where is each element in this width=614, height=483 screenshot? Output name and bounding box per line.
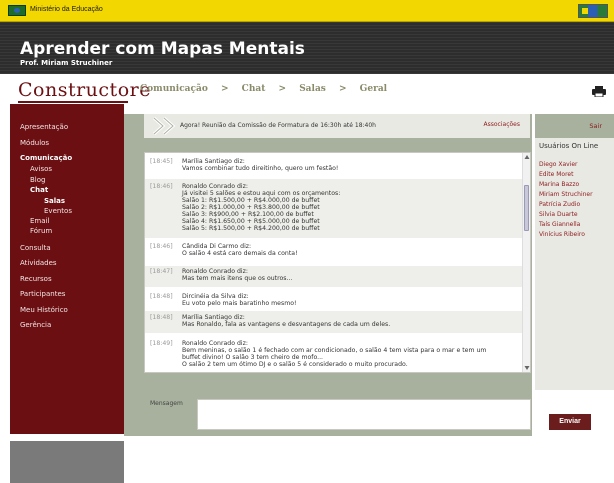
message-text: Bem meninas, o salão 1 é fechado com ar …: [182, 347, 487, 368]
sidebar-item-comunicacao[interactable]: Comunicação: [20, 153, 124, 163]
message-text: O salão 4 está caro demais da conta!: [182, 250, 298, 257]
online-users-panel: Sair Usuários On Line Diego Xavier Edite…: [535, 114, 614, 390]
online-user[interactable]: Miriam Struchiner: [539, 190, 610, 200]
sidebar-item-recursos[interactable]: Recursos: [20, 274, 124, 284]
logo[interactable]: Constructore: [18, 79, 151, 101]
breadcrumb-separator: >: [338, 84, 347, 94]
scroll-thumb[interactable]: [524, 185, 529, 231]
sidebar-item-blog[interactable]: Blog: [30, 175, 124, 185]
sidebar-item-salas[interactable]: Salas: [44, 196, 124, 206]
breadcrumb-item-salas[interactable]: Salas: [299, 84, 326, 94]
online-user[interactable]: Diego Xavier: [539, 160, 610, 170]
sidebar-item-meu-historico[interactable]: Meu Histórico: [20, 305, 124, 315]
page: Ministério da Educação Aprender com Mapa…: [0, 0, 614, 483]
sidebar-item-consulta[interactable]: Consulta: [20, 243, 124, 253]
online-user[interactable]: Vinícius Ribeiro: [539, 230, 610, 240]
sidebar-footer: [10, 441, 124, 483]
sidebar: Apresentação Módulos Comunicação Avisos …: [10, 104, 124, 434]
breadcrumb-separator: >: [278, 84, 287, 94]
message-author: Cândida Di Carmo diz:: [182, 243, 252, 250]
gov-bar: Ministério da Educação: [0, 0, 614, 22]
associations-link[interactable]: Associações: [484, 121, 520, 128]
compose-area: Mensagem: [144, 393, 532, 436]
bottom-band: [124, 436, 614, 483]
site-title: Aprender com Mapas Mentais: [20, 39, 305, 59]
breadcrumb-item-geral: Geral: [359, 84, 388, 94]
chat-message: [18:48] Dircinéia da Silva diz: Eu voto …: [145, 289, 523, 311]
breadcrumb: Comunicação > Chat > Salas > Geral: [140, 84, 397, 94]
sidebar-item-participantes[interactable]: Participantes: [20, 289, 124, 299]
online-user[interactable]: Silvia Duarte: [539, 210, 610, 220]
event-notice: Agora! Reunião da Comissão de Formatura …: [144, 114, 530, 138]
message-author: Marília Santiago diz:: [182, 314, 245, 321]
message-author: Marília Santiago diz:: [182, 158, 245, 165]
message-time: [18:48]: [150, 314, 173, 321]
header: Aprender com Mapas Mentais Prof. Miriam …: [0, 22, 614, 74]
send-button[interactable]: Enviar: [549, 414, 591, 430]
online-user[interactable]: Taís Giannella: [539, 220, 610, 230]
message-time: [18:46]: [150, 243, 173, 250]
online-users-list: Usuários On Line Diego Xavier Edite More…: [535, 138, 614, 390]
message-time: [18:47]: [150, 268, 173, 275]
sidebar-item-apresentacao[interactable]: Apresentação: [20, 122, 124, 132]
sidebar-item-chat[interactable]: Chat: [30, 185, 124, 195]
message-input[interactable]: [197, 399, 531, 430]
chevron-right-icon: [153, 117, 176, 135]
chat-message: [18:47] Ronaldo Conrado diz: Mas tem mai…: [145, 266, 523, 287]
site-subtitle: Prof. Miriam Struchiner: [20, 59, 113, 67]
gov-bar-label[interactable]: Ministério da Educação: [30, 6, 103, 13]
chat-message: [18:46] Cândida Di Carmo diz: O salão 4 …: [145, 240, 523, 264]
exit-link[interactable]: Sair: [589, 122, 602, 130]
message-label: Mensagem: [150, 400, 183, 407]
message-time: [18:45]: [150, 158, 173, 165]
chat-message: [18:49] Ronaldo Conrado diz: Bem meninas…: [145, 336, 523, 372]
message-author: Ronaldo Conrado diz:: [182, 340, 248, 347]
sidebar-item-avisos[interactable]: Avisos: [30, 164, 124, 174]
online-users-title: Usuários On Line: [539, 142, 599, 150]
online-user[interactable]: Marina Bazzo: [539, 180, 610, 190]
message-text: Eu voto pelo mais baratinho mesmo!: [182, 300, 297, 307]
flag-icon: [8, 5, 26, 16]
message-text: Mas tem mais itens que os outros...: [182, 275, 293, 282]
message-text: Já visitei 5 salões e estou aqui com os …: [182, 190, 341, 232]
chat-message: [18:46] Ronaldo Conrado diz: Já visitei …: [145, 179, 523, 238]
message-time: [18:46]: [150, 183, 173, 190]
print-icon[interactable]: [592, 86, 606, 97]
scroll-down-icon[interactable]: [524, 365, 530, 371]
message-author: Ronaldo Conrado diz:: [182, 268, 248, 275]
sidebar-item-atividades[interactable]: Atividades: [20, 258, 124, 268]
chat-message: [18:48] Marília Santiago diz: Mas Ronald…: [145, 311, 523, 333]
sidebar-item-forum[interactable]: Fórum: [30, 226, 124, 236]
logo-underline: [18, 101, 128, 103]
online-user[interactable]: Patrícia Zudio: [539, 200, 610, 210]
chat-scrollbar[interactable]: [522, 153, 530, 372]
gov-brand-icon[interactable]: [578, 4, 608, 18]
message-author: Ronaldo Conrado diz:: [182, 183, 248, 190]
breadcrumb-item-comunicacao[interactable]: Comunicação: [140, 84, 208, 94]
breadcrumb-separator: >: [220, 84, 229, 94]
online-user[interactable]: Edite Moret: [539, 170, 610, 180]
message-time: [18:48]: [150, 293, 173, 300]
sidebar-item-eventos[interactable]: Eventos: [44, 206, 124, 216]
message-text: Vamos combinar tudo direitinho, quero um…: [182, 165, 339, 172]
chat-message: [18:45] Marília Santiago diz: Vamos comb…: [145, 153, 523, 177]
message-text: Mas Ronaldo, fala as vantagens e desvant…: [182, 321, 391, 328]
sidebar-item-modulos[interactable]: Módulos: [20, 138, 124, 148]
logo-row: Constructore Comunicação > Chat > Salas …: [0, 74, 614, 104]
sidebar-item-gerencia[interactable]: Gerência: [20, 320, 124, 330]
message-author: Dircinéia da Silva diz:: [182, 293, 249, 300]
chat-messages[interactable]: [18:45] Marília Santiago diz: Vamos comb…: [144, 152, 531, 373]
message-time: [18:49]: [150, 340, 173, 347]
breadcrumb-item-chat[interactable]: Chat: [242, 84, 266, 94]
notice-text: Agora! Reunião da Comissão de Formatura …: [180, 122, 376, 129]
scroll-up-icon[interactable]: [524, 154, 530, 160]
sidebar-item-email[interactable]: Email: [30, 216, 124, 226]
